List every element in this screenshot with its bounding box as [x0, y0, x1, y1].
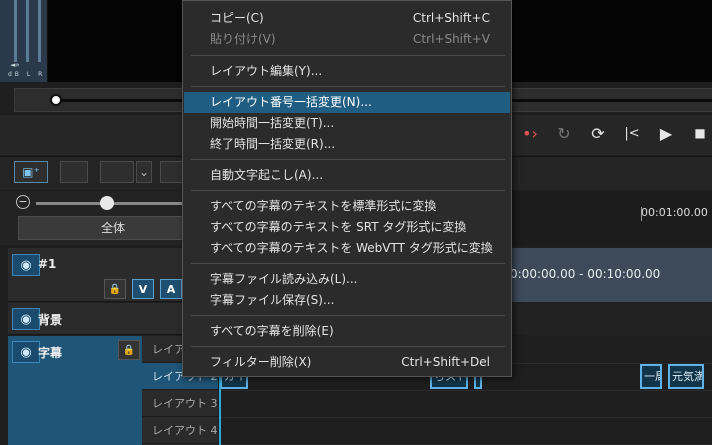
track-label: #1	[38, 257, 57, 271]
seek-handle[interactable]	[50, 94, 62, 106]
menu-item-label: フィルター削除(X)	[210, 355, 312, 369]
subtitle-lane[interactable]	[218, 417, 712, 445]
layout-row-4[interactable]: レイアウト 4	[142, 417, 218, 444]
menu-item-convert-srt[interactable]: すべての字幕のテキストを SRT タグ形式に変換	[184, 217, 510, 238]
track-label: 字幕	[38, 346, 63, 360]
meter-bar-right	[26, 0, 29, 62]
loop-icon[interactable]: ⟳	[584, 119, 612, 147]
eye-icon[interactable]: ◉	[12, 308, 40, 330]
menu-separator	[191, 263, 505, 264]
menu-item-label: レイアウト番号一括変更(N)...	[210, 95, 372, 109]
menu-item-label: 開始時間一括変更(T)...	[210, 116, 335, 130]
zoom-all-button[interactable]: 全体	[18, 216, 208, 240]
menu-item-shortcut: Ctrl+Shift+Del	[401, 355, 490, 369]
subtitle-lane[interactable]	[218, 390, 712, 418]
eye-icon[interactable]: ◉	[12, 254, 40, 276]
speaker-icon: ◄»	[10, 61, 20, 69]
play-button[interactable]: ▶	[652, 119, 680, 147]
audio-toggle-button[interactable]: A	[160, 279, 182, 299]
menu-item-shortcut: Ctrl+Shift+V	[413, 32, 490, 46]
menu-item-label: 貼り付け(V)	[210, 32, 276, 46]
menu-item-end-time-bulk[interactable]: 終了時間一括変更(R)...	[184, 134, 510, 155]
menu-separator	[191, 159, 505, 160]
menu-separator	[191, 190, 505, 191]
ruler-time-label: 00:01:00.00	[641, 206, 708, 219]
track-header-subtitles[interactable]: ◉ 字幕 🔒	[8, 336, 142, 445]
menu-item-label: 字幕ファイル保存(S)...	[210, 293, 335, 307]
menu-separator	[191, 86, 505, 87]
menu-separator	[191, 315, 505, 316]
add-track-icon: ▣⁺	[22, 165, 40, 179]
menu-item-shortcut: Ctrl+Shift+C	[412, 11, 490, 25]
clip-time-range: 0:00:00.00 - 00:10:00.00	[510, 267, 661, 281]
redo-icon[interactable]: ↻	[550, 119, 578, 147]
meter-bar-extra	[38, 0, 41, 62]
toolbar-button-3[interactable]	[100, 161, 134, 183]
lock-icon[interactable]: 🔒	[118, 340, 140, 360]
mark-icon[interactable]: •›	[516, 119, 544, 147]
menu-item-copy[interactable]: コピー(C) Ctrl+Shift+C	[184, 8, 510, 29]
menu-item-auto-transcribe[interactable]: 自動文字起こし(A)...	[184, 165, 510, 186]
zoom-slider[interactable]	[36, 202, 196, 205]
menu-item-layout-edit[interactable]: レイアウト編集(Y)...	[184, 61, 510, 82]
menu-item-label: すべての字幕のテキストを SRT タグ形式に変換	[210, 220, 467, 234]
menu-item-paste[interactable]: 貼り付け(V) Ctrl+Shift+V	[184, 29, 510, 50]
toolbar-button-2[interactable]	[60, 161, 88, 183]
menu-item-label: 自動文字起こし(A)...	[210, 168, 324, 182]
menu-item-load-subtitle-file[interactable]: 字幕ファイル読み込み(L)...	[184, 269, 510, 290]
track-label: 背景	[38, 313, 63, 327]
menu-item-remove-filter[interactable]: フィルター削除(X) Ctrl+Shift+Del	[184, 352, 510, 373]
menu-item-layout-number-bulk[interactable]: レイアウト番号一括変更(N)...	[184, 92, 510, 113]
zoom-slider-handle[interactable]	[100, 196, 114, 210]
zoom-out-icon[interactable]: −	[16, 195, 30, 209]
menu-separator	[191, 346, 505, 347]
previous-frame-button[interactable]: |<	[618, 119, 646, 147]
subtitle-clip[interactable]: 一局	[640, 364, 662, 389]
video-toggle-button[interactable]: V	[132, 279, 154, 299]
menu-item-label: レイアウト編集(Y)...	[210, 64, 323, 78]
meter-labels: dB L R	[8, 71, 46, 78]
menu-item-label: すべての字幕のテキストを標準形式に変換	[210, 199, 437, 213]
menu-separator	[191, 55, 505, 56]
menu-item-convert-webvtt[interactable]: すべての字幕のテキストを WebVTT タグ形式に変換	[184, 238, 510, 259]
menu-item-save-subtitle-file[interactable]: 字幕ファイル保存(S)...	[184, 290, 510, 311]
menu-item-start-time-bulk[interactable]: 開始時間一括変更(T)...	[184, 113, 510, 134]
layout-row-3[interactable]: レイアウト 3	[142, 390, 218, 417]
dropdown-button[interactable]: ⌄	[136, 161, 152, 183]
meter-bar-left	[14, 0, 17, 62]
menu-item-label: すべての字幕のテキストを WebVTT タグ形式に変換	[210, 241, 493, 255]
toolbar-button-4[interactable]	[160, 161, 184, 183]
menu-item-convert-standard[interactable]: すべての字幕のテキストを標準形式に変換	[184, 196, 510, 217]
menu-item-delete-all-subtitles[interactable]: すべての字幕を削除(E)	[184, 321, 510, 342]
stop-button[interactable]: ■	[686, 119, 712, 147]
menu-item-label: すべての字幕を削除(E)	[210, 324, 334, 338]
menu-item-label: コピー(C)	[210, 11, 264, 25]
context-menu: コピー(C) Ctrl+Shift+C 貼り付け(V) Ctrl+Shift+V…	[182, 0, 512, 377]
chevron-down-icon: ⌄	[138, 165, 150, 179]
audio-meter: ◄» dB L R	[0, 0, 48, 82]
menu-item-label: 終了時間一括変更(R)...	[210, 137, 336, 151]
menu-item-label: 字幕ファイル読み込み(L)...	[210, 272, 358, 286]
add-track-button[interactable]: ▣⁺	[14, 161, 48, 183]
lock-icon[interactable]: 🔒	[104, 279, 126, 299]
eye-icon[interactable]: ◉	[12, 341, 40, 363]
subtitle-clip[interactable]: 元気満	[668, 364, 704, 389]
